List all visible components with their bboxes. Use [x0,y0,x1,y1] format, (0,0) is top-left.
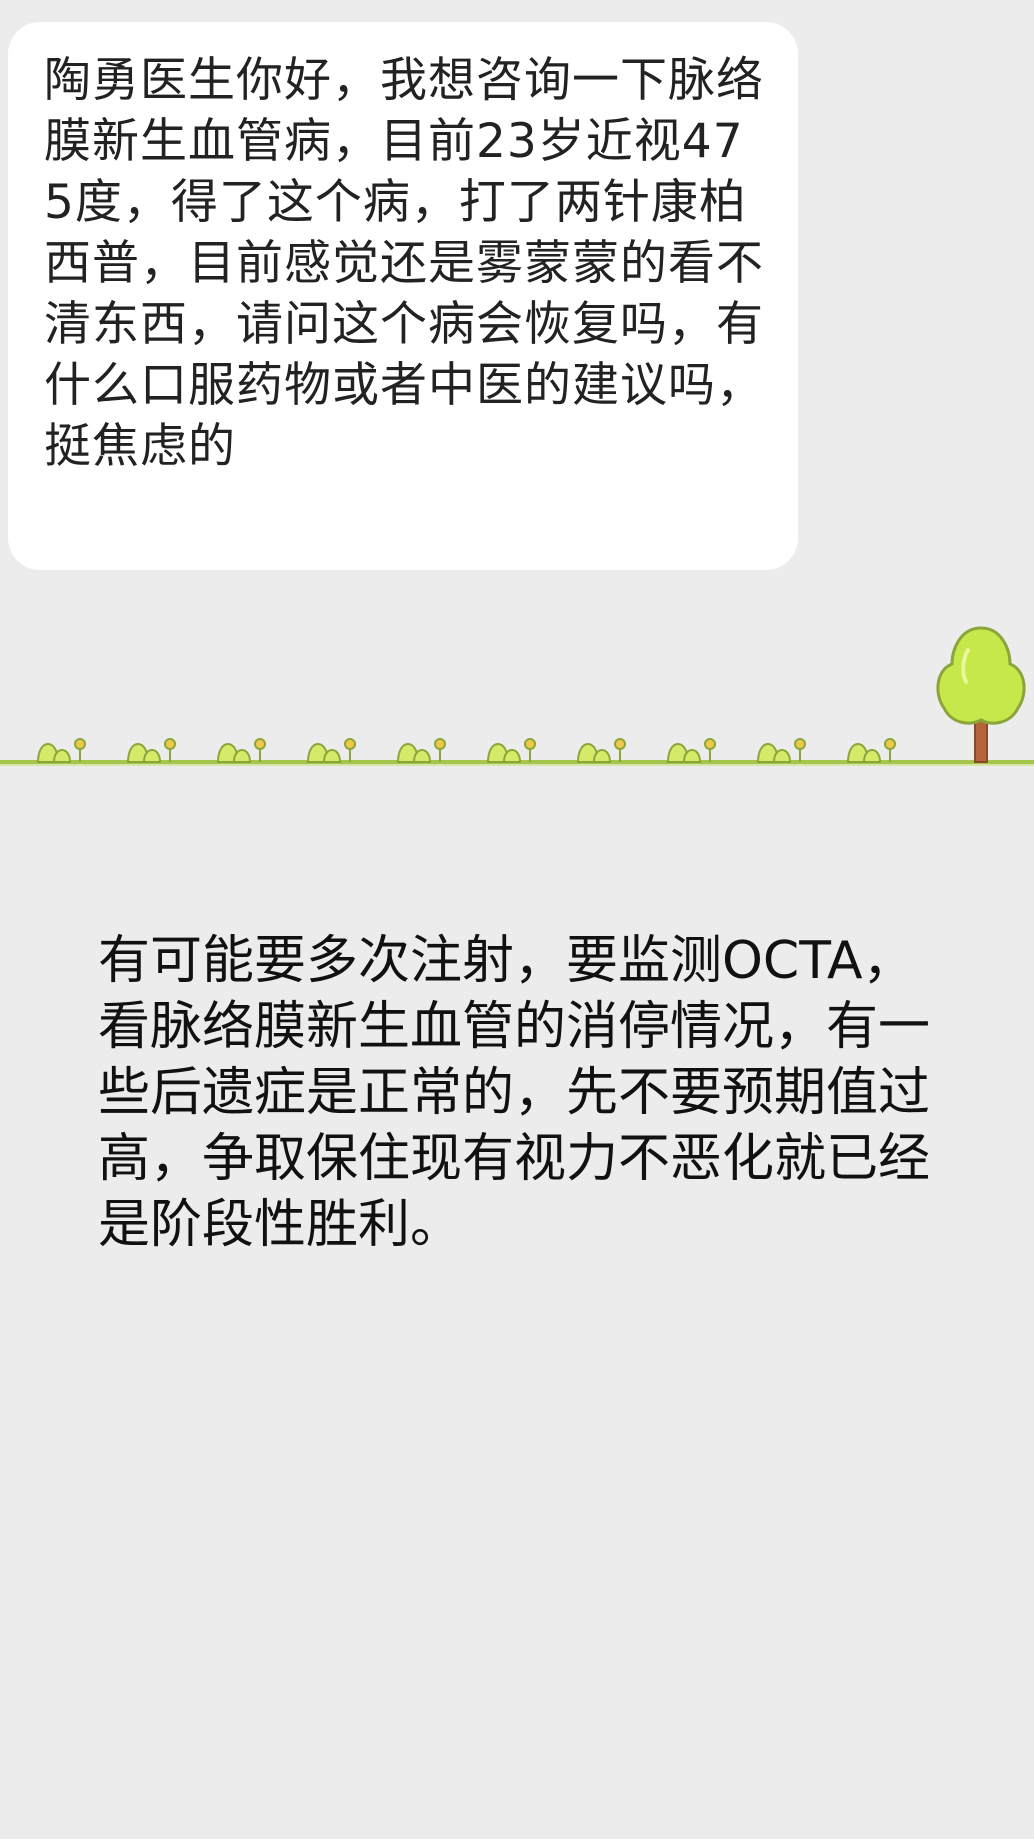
sprout-icon [126,738,176,763]
sprout-icon [666,738,716,763]
question-message-bubble[interactable]: 陶勇医生你好，我想咨询一下脉络膜新生血管病，目前23岁近视475度，得了这个病，… [8,22,798,570]
tree-icon [936,626,1026,763]
sprout-icon [576,738,626,763]
sprout-icon [486,738,536,763]
sprout-icon [306,738,356,763]
bubble-tail [8,58,24,80]
sprout-icon [396,738,446,763]
sprout-icon [846,738,896,763]
reply-text: 有可能要多次注射，要监测OCTA，看脉络膜新生血管的消停情况，有一些后遗症是正常… [98,931,931,1255]
grass-tree-divider [0,626,1034,766]
sprout-icon [36,738,86,763]
question-text: 陶勇医生你好，我想咨询一下脉络膜新生血管病，目前23岁近视475度，得了这个病，… [44,53,764,474]
sprout-icon [216,738,266,763]
sprout-icon [756,738,806,763]
